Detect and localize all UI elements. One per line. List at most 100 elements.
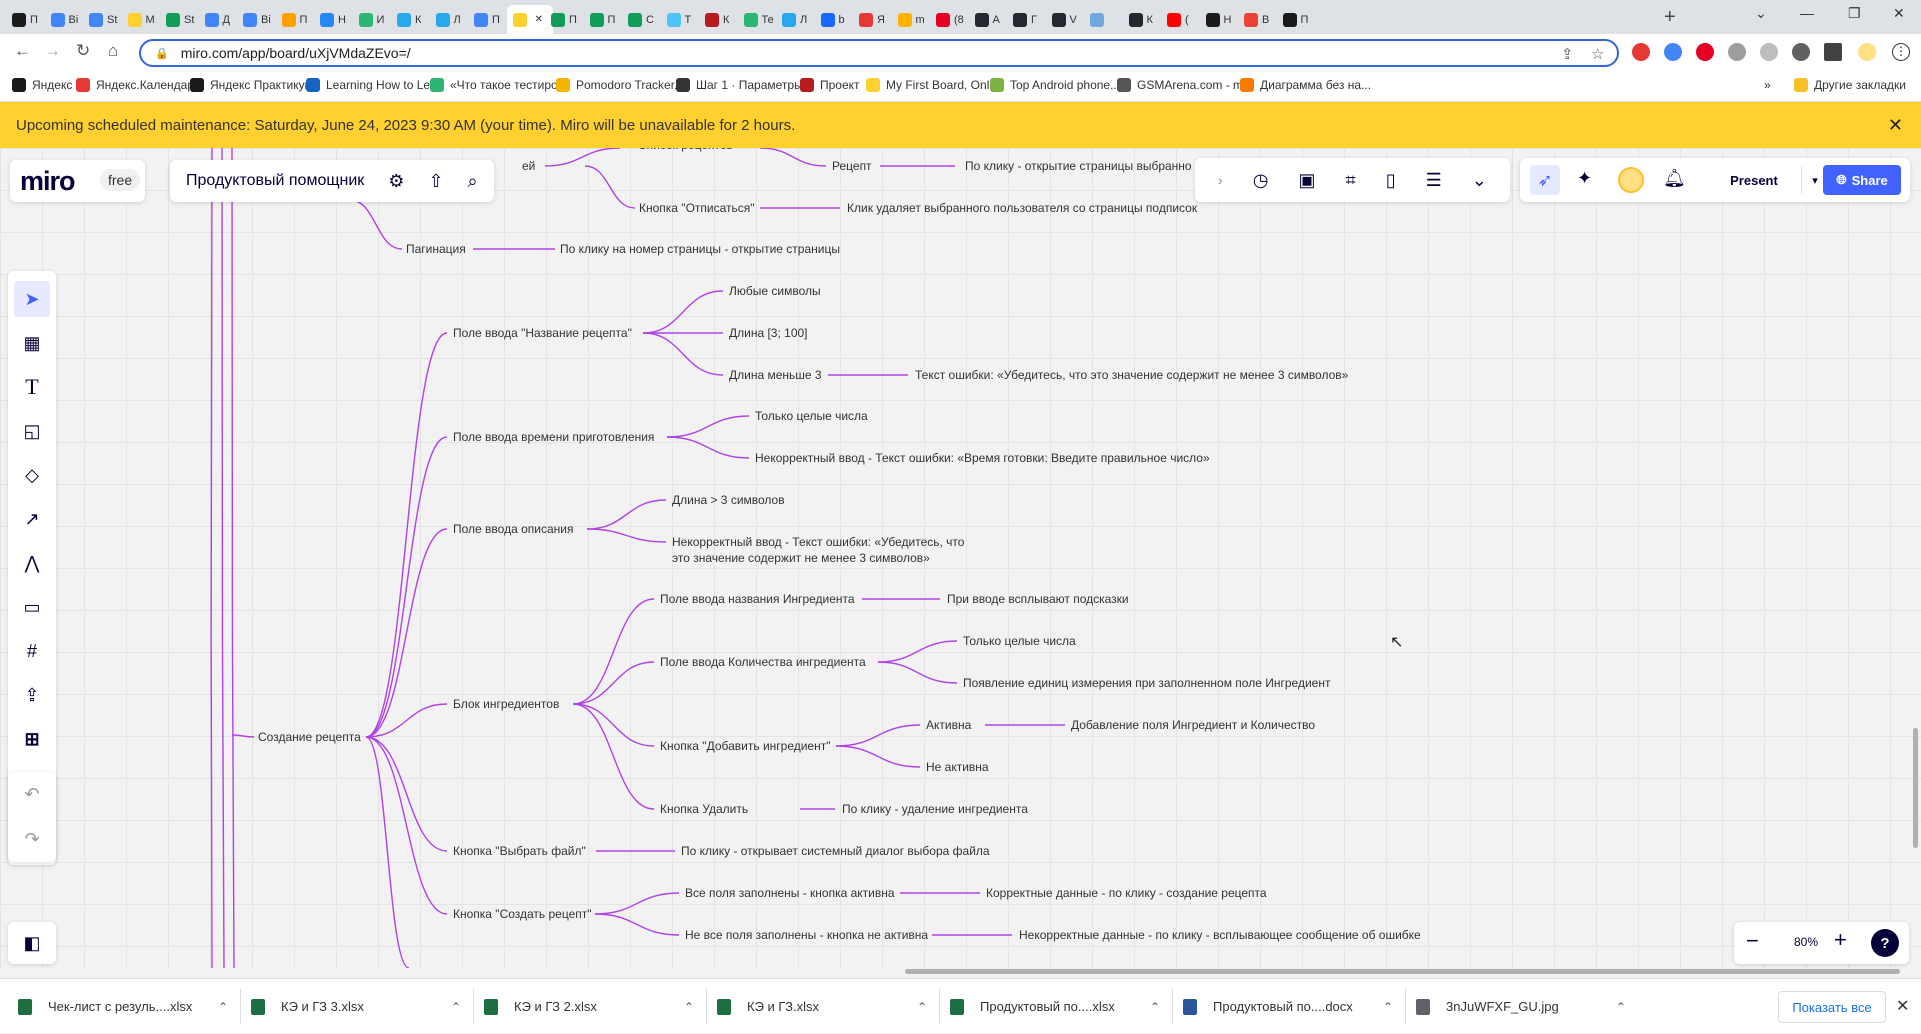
download-options-icon[interactable]: ⌃: [1150, 1000, 1160, 1014]
more-apps-icon[interactable]: ⊞: [14, 721, 50, 757]
bookmark-item[interactable]: Яндекс: [12, 78, 72, 92]
mindmap-node[interactable]: По клику на номер страницы - открытие ст…: [560, 242, 840, 256]
mindmap-node[interactable]: Добавление поля Ингредиент и Количество: [1071, 718, 1315, 732]
close-window-button[interactable]: ✕: [1893, 5, 1905, 22]
download-options-icon[interactable]: ⌃: [684, 1000, 694, 1014]
download-options-icon[interactable]: ⌃: [218, 1000, 228, 1014]
mindmap-node[interactable]: ей: [522, 159, 535, 173]
board-canvas[interactable]: Список рецептов ей Рецепт По клику - открыт…: [0, 148, 1921, 968]
zoom-level[interactable]: 80%: [1794, 935, 1818, 949]
download-item[interactable]: Продуктовый по....xlsx ⌃: [950, 979, 1160, 1034]
chevron-right-icon[interactable]: ›: [1218, 172, 1223, 188]
browser-tab[interactable]: Н: [314, 5, 351, 34]
mindmap-node[interactable]: Кнопка Удалить: [660, 802, 748, 816]
download-item[interactable]: КЭ и ГЗ 2.xlsx ⌃: [484, 979, 694, 1034]
gear-icon[interactable]: ⚙: [388, 171, 404, 192]
bookmark-item[interactable]: Диаграмма без на...: [1240, 78, 1371, 92]
mindmap-node[interactable]: При вводе всплывают подсказки: [947, 592, 1129, 606]
frame-icon[interactable]: #: [14, 633, 50, 669]
mindmap-node[interactable]: Поле ввода названия Ингредиента: [660, 592, 855, 606]
browser-tab[interactable]: Т: [661, 5, 698, 34]
gear-extension-icon[interactable]: [1760, 43, 1778, 61]
browser-tab[interactable]: St: [83, 5, 120, 34]
mind-map[interactable]: Список рецептов ей Рецепт По клику - открыт…: [0, 148, 1921, 968]
bookmark-item[interactable]: Яндекс.Календарь: [76, 78, 200, 92]
mindmap-node[interactable]: Некорректные данные - по клику - всплыва…: [1019, 928, 1421, 942]
browser-tab[interactable]: m: [892, 5, 929, 34]
mindmap-node[interactable]: Кнопка "Добавить ингредиент": [660, 739, 831, 753]
bookmarks-overflow-icon[interactable]: »: [1764, 78, 1771, 92]
browser-tab[interactable]: b: [815, 5, 852, 34]
browser-tab[interactable]: Я: [853, 5, 890, 34]
bookmark-item[interactable]: Проект: [800, 78, 860, 92]
browser-tab[interactable]: Те: [738, 5, 775, 34]
mindmap-node[interactable]: Все поля заполнены - кнопка активна: [685, 886, 895, 900]
board-title[interactable]: Продуктовый помощник: [186, 172, 364, 190]
home-button[interactable]: ⌂: [108, 41, 118, 61]
bookmark-item[interactable]: Learning How to Le...: [306, 78, 440, 92]
help-button[interactable]: ?: [1871, 929, 1899, 957]
zoom-out-button[interactable]: −: [1746, 928, 1759, 954]
maximize-button[interactable]: ❐: [1848, 5, 1861, 22]
mindmap-node[interactable]: По клику - удаление ингредиента: [842, 802, 1028, 816]
share-page-icon[interactable]: ⇪: [1561, 45, 1574, 63]
add-image-icon[interactable]: ▣: [1298, 170, 1315, 191]
browser-tab[interactable]: (: [1161, 5, 1198, 34]
export-icon[interactable]: ⇧: [428, 171, 443, 192]
bell-icon[interactable]: 🔔︎: [1663, 168, 1686, 189]
mindmap-node[interactable]: Блок ингредиентов: [453, 697, 559, 711]
mindmap-node[interactable]: Кнопка "Отписаться": [639, 201, 755, 215]
mindmap-node[interactable]: Пагинация: [406, 242, 466, 256]
mindmap-node[interactable]: Активна: [926, 718, 972, 732]
mindmap-node[interactable]: Любые символы: [729, 284, 821, 298]
address-bar[interactable]: 🔒 miro.com/app/board/uXjVMdaZEvo=/ ⇪ ☆: [139, 39, 1619, 67]
pinterest-extension-icon[interactable]: [1696, 43, 1714, 61]
adblock-extension-icon[interactable]: [1632, 43, 1650, 61]
mindmap-node[interactable]: Не активна: [926, 760, 989, 774]
close-downloads-icon[interactable]: ✕: [1896, 996, 1909, 1016]
mindmap-node[interactable]: Корректные данные - по клику - создание …: [986, 886, 1267, 900]
download-options-icon[interactable]: ⌃: [1616, 1000, 1626, 1014]
shapes-icon[interactable]: ◇: [14, 457, 50, 493]
vertical-scrollbar[interactable]: [1913, 728, 1918, 848]
browser-tab[interactable]: П: [1277, 5, 1314, 34]
download-item[interactable]: КЭ и ГЗ 3.xlsx ⌃: [251, 979, 461, 1034]
profile-avatar[interactable]: [1858, 43, 1876, 61]
browser-tab[interactable]: П: [6, 5, 43, 34]
new-tab-button[interactable]: +: [1664, 6, 1676, 29]
tab-search-icon[interactable]: ⌄: [1755, 5, 1767, 22]
browser-tab[interactable]: Л: [430, 5, 467, 34]
horizontal-scrollbar[interactable]: [905, 969, 1900, 974]
bookmark-item[interactable]: GSMArena.com - m...: [1117, 78, 1253, 92]
present-button[interactable]: Present: [1707, 166, 1802, 194]
browser-tab[interactable]: К: [699, 5, 736, 34]
bookmark-item[interactable]: Top Android phone...: [990, 78, 1120, 92]
undo-icon[interactable]: ↶: [24, 784, 39, 805]
other-bookmarks-folder[interactable]: Другие закладки: [1794, 78, 1906, 92]
browser-tab[interactable]: К: [391, 5, 428, 34]
browser-tab[interactable]: П: [468, 5, 505, 34]
mindmap-node[interactable]: Рецепт: [832, 159, 872, 173]
upload-icon[interactable]: ⇪: [14, 677, 50, 713]
bookmark-item[interactable]: Pomodoro Tracker...: [556, 78, 684, 92]
browser-tab[interactable]: П: [545, 5, 582, 34]
mindmap-node[interactable]: Некорректный ввод - Текст ошибки: «Убеди…: [672, 535, 965, 549]
record-extension-icon[interactable]: [1728, 43, 1746, 61]
bookmark-item[interactable]: «Что такое тестиро...: [430, 78, 568, 92]
mindmap-node[interactable]: Длина > 3 символов: [672, 493, 785, 507]
mindmap-node[interactable]: Длина [3; 100]: [729, 326, 808, 340]
browser-menu-icon[interactable]: ⋮: [1892, 43, 1910, 61]
bookmark-star-icon[interactable]: ☆: [1591, 45, 1604, 63]
browser-tab[interactable]: К: [1123, 5, 1160, 34]
counter-icon[interactable]: ▯: [1386, 170, 1396, 191]
browser-tab[interactable]: Bi: [237, 5, 274, 34]
zoom-in-button[interactable]: +: [1834, 927, 1847, 953]
browser-tab[interactable]: (8: [930, 5, 967, 34]
download-item[interactable]: Чек-лист с резуль....xlsx ⌃: [18, 979, 228, 1034]
browser-tab[interactable]: St: [160, 5, 197, 34]
mindmap-node[interactable]: Поле ввода описания: [453, 522, 573, 536]
browser-tab[interactable]: А: [969, 5, 1006, 34]
mindmap-node[interactable]: Появление единиц измерения при заполненн…: [963, 676, 1331, 690]
reactions-icon[interactable]: ✦: [1577, 168, 1592, 189]
minimize-button[interactable]: —: [1800, 5, 1814, 21]
